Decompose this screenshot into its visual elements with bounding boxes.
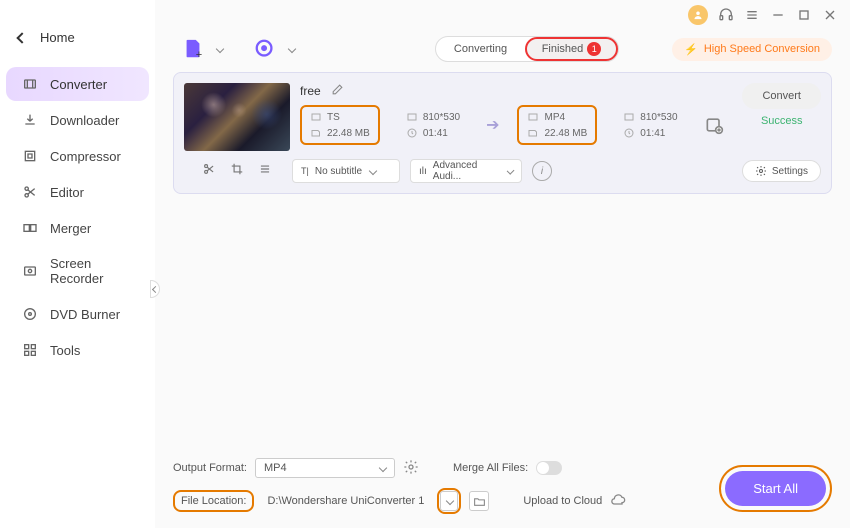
crop-icon[interactable] (230, 162, 244, 181)
task-title: free (300, 84, 321, 98)
add-file-icon[interactable]: + (181, 37, 205, 61)
disc-icon (22, 306, 38, 322)
status-tabs: Converting Finished 1 (435, 36, 619, 62)
svg-text:+: + (196, 49, 202, 60)
titlebar (155, 0, 850, 30)
sidebar-item-tools[interactable]: Tools (6, 333, 149, 367)
start-all-button[interactable]: Start All (725, 471, 826, 506)
file-location-value: D:\Wondershare UniConverter 1 (262, 492, 429, 510)
recorder-icon (22, 263, 38, 279)
location-dropdown[interactable] (440, 491, 458, 511)
add-disc-icon[interactable] (253, 37, 277, 61)
chevron-left-icon (16, 32, 27, 43)
home-label: Home (40, 30, 75, 45)
lightning-icon: ⚡ (684, 43, 698, 56)
menu-icon[interactable] (744, 7, 760, 23)
subtitle-select[interactable]: T|No subtitle (292, 159, 400, 183)
output-settings-icon[interactable] (704, 115, 724, 135)
open-folder-button[interactable] (469, 491, 489, 511)
converter-icon (22, 76, 38, 92)
grid-icon (22, 342, 38, 358)
download-icon (22, 112, 38, 128)
output-format-select[interactable]: MP4 (255, 458, 395, 478)
chevron-down-icon[interactable] (288, 45, 296, 53)
finished-badge: 1 (587, 42, 601, 56)
audio-select[interactable]: ılıAdvanced Audi... (410, 159, 522, 183)
status-text: Success (761, 115, 803, 127)
scissors-icon (22, 184, 38, 200)
merge-toggle[interactable] (536, 461, 562, 475)
high-speed-button[interactable]: ⚡ High Speed Conversion (672, 38, 832, 61)
cloud-icon[interactable] (610, 492, 626, 511)
merge-label: Merge All Files: (453, 462, 528, 474)
minimize-icon[interactable] (770, 7, 786, 23)
info-icon[interactable]: i (532, 161, 552, 181)
arrow-right-icon: ➔ (486, 115, 499, 135)
sidebar-item-converter[interactable]: Converter (6, 67, 149, 101)
output-format-label: Output Format: (173, 462, 247, 474)
top-bar: + Converting Finished 1 ⚡ High Speed Con… (173, 30, 832, 72)
sidebar-item-merger[interactable]: Merger (6, 211, 149, 245)
format-gear-icon[interactable] (403, 459, 419, 478)
merger-icon (22, 220, 38, 236)
compressor-icon (22, 148, 38, 164)
edit-icon[interactable] (331, 83, 344, 99)
source-meta-box: 810*530 01:41 (398, 107, 468, 143)
upload-label: Upload to Cloud (523, 495, 602, 507)
effects-icon[interactable] (258, 162, 272, 181)
file-location-label: File Location: (173, 490, 254, 512)
chevron-down-icon[interactable] (216, 45, 224, 53)
source-format-box: TS 22.48 MB (300, 105, 380, 145)
convert-button[interactable]: Convert (742, 83, 821, 109)
sidebar-item-screen-recorder[interactable]: Screen Recorder (6, 247, 149, 295)
tab-finished[interactable]: Finished 1 (525, 37, 618, 61)
main-area: + Converting Finished 1 ⚡ High Speed Con… (155, 0, 850, 528)
sidebar-item-dvd-burner[interactable]: DVD Burner (6, 297, 149, 331)
sidebar-item-compressor[interactable]: Compressor (6, 139, 149, 173)
sidebar-home[interactable]: Home (0, 20, 155, 55)
cut-icon[interactable] (202, 162, 216, 181)
sidebar: Home Converter Downloader Compressor Edi… (0, 0, 155, 528)
tab-converting[interactable]: Converting (436, 37, 525, 61)
close-icon[interactable] (822, 7, 838, 23)
target-format-box: MP4 22.48 MB (517, 105, 597, 145)
task-card: free TS 22.48 MB 810*530 01:41 ➔ (173, 72, 832, 194)
avatar-icon[interactable] (688, 5, 708, 25)
video-thumbnail[interactable] (184, 83, 290, 151)
target-meta-box: 810*530 01:41 (615, 107, 685, 143)
settings-button[interactable]: Settings (742, 160, 821, 182)
headset-icon[interactable] (718, 7, 734, 23)
maximize-icon[interactable] (796, 7, 812, 23)
sidebar-item-downloader[interactable]: Downloader (6, 103, 149, 137)
footer: Output Format: MP4 Merge All Files: File… (155, 448, 850, 528)
sidebar-item-editor[interactable]: Editor (6, 175, 149, 209)
